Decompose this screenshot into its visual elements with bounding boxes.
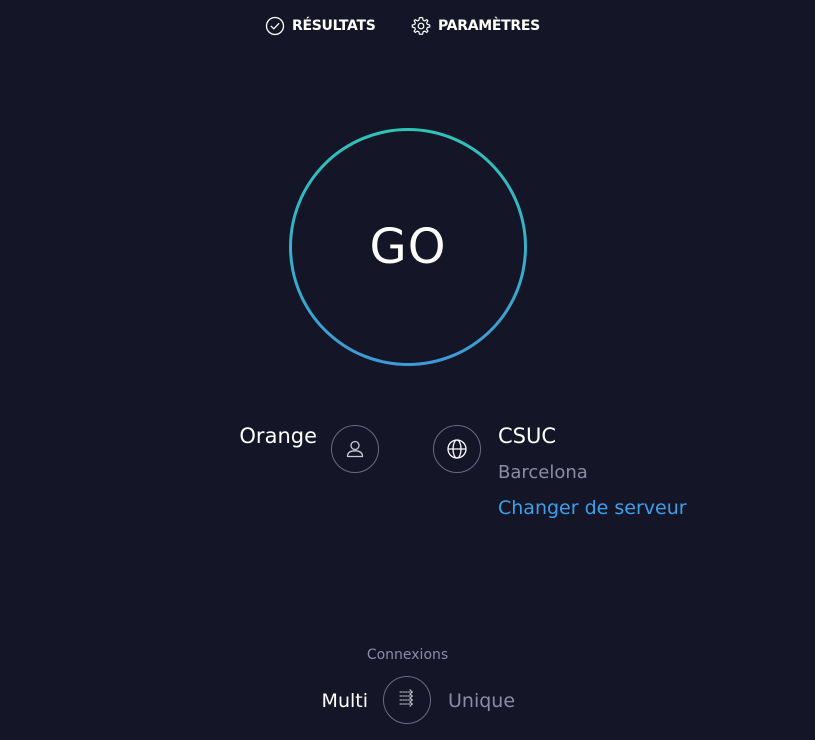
connections-label: Connexions: [366, 647, 449, 663]
connection-single-option[interactable]: Unique: [448, 690, 515, 712]
isp-name: Orange: [239, 424, 317, 448]
go-button-face: GO: [292, 131, 524, 363]
globe-icon: [433, 425, 481, 473]
settings-tab[interactable]: PARAMÈTRES: [410, 14, 540, 38]
check-circle-icon: [264, 15, 286, 37]
server-location: Barcelona: [498, 462, 588, 483]
go-button-label: GO: [369, 219, 447, 275]
multi-arrows-icon: [395, 686, 419, 714]
results-tab-label: RÉSULTATS: [292, 18, 376, 34]
settings-tab-label: PARAMÈTRES: [438, 18, 540, 34]
results-tab[interactable]: RÉSULTATS: [264, 14, 376, 38]
connection-mode-toggle[interactable]: [383, 676, 431, 724]
user-icon: [331, 425, 379, 473]
server-name: CSUC: [498, 424, 557, 448]
change-server-link[interactable]: Changer de serveur: [498, 497, 687, 519]
top-navigation: RÉSULTATS PARAMÈTRES: [0, 14, 815, 38]
gear-icon: [410, 15, 432, 37]
go-button[interactable]: GO: [289, 128, 527, 366]
connection-multi-option[interactable]: Multi: [322, 690, 368, 712]
